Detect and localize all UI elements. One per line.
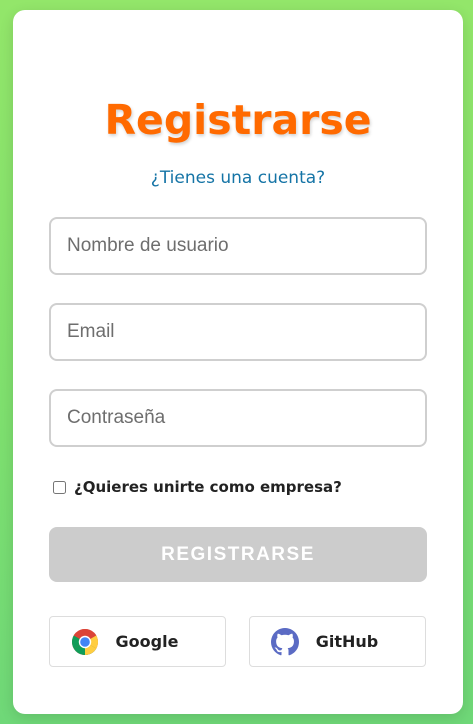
login-link[interactable]: ¿Tienes una cuenta?	[13, 166, 463, 190]
company-checkbox[interactable]	[53, 480, 66, 494]
github-label: GitHub	[315, 632, 379, 651]
google-login-button[interactable]: Google	[49, 616, 226, 667]
company-checkbox-label: ¿Quieres unirte como empresa?	[74, 478, 342, 496]
email-input[interactable]	[49, 303, 427, 361]
register-button[interactable]: REGISTRARSE	[49, 527, 427, 582]
github-icon	[271, 627, 299, 656]
github-login-button[interactable]: GitHub	[249, 616, 426, 667]
password-input[interactable]	[49, 389, 427, 447]
google-chrome-icon	[71, 628, 99, 656]
register-card: Registrarse ¿Tienes una cuenta? ¿Quieres…	[13, 10, 463, 714]
username-input[interactable]	[49, 217, 427, 275]
google-label: Google	[115, 632, 179, 651]
page-title: Registrarse	[104, 96, 372, 144]
company-checkbox-row[interactable]: ¿Quieres unirte como empresa?	[53, 478, 342, 496]
